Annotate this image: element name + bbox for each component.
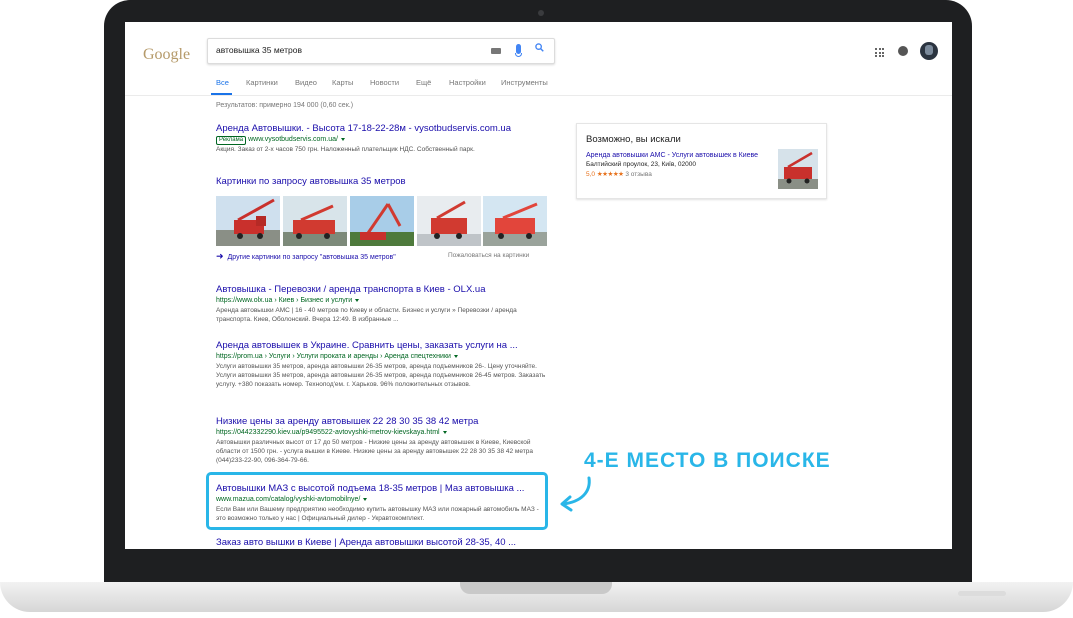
search-box[interactable]	[207, 38, 555, 64]
result-title[interactable]: Автовышка - Перевозки / аренда транспорт…	[216, 284, 546, 296]
image-thumbnail[interactable]	[350, 196, 414, 246]
kp-rating: 5,0 ★★★★★ 3 отзыва	[586, 170, 652, 178]
images-block-title[interactable]: Картинки по запросу автовышка 35 метров	[216, 176, 406, 187]
google-logo[interactable]: Google	[143, 46, 190, 64]
caret-down-icon[interactable]	[453, 354, 458, 358]
tab-tools[interactable]: Инструменты	[501, 78, 548, 87]
kp-thumbnail[interactable]	[778, 149, 818, 189]
caret-down-icon[interactable]	[355, 298, 360, 302]
result-stats: Результатов: примерно 194 000 (0,60 сек.…	[216, 102, 354, 109]
highlight-frame	[206, 472, 548, 530]
divider	[125, 95, 952, 96]
kp-link[interactable]: Аренда автовышки АМС - Услуги автовышек …	[586, 152, 758, 159]
kp-address: Балтийский проулок, 23, Київ, 02000	[586, 161, 696, 168]
camera-icon	[538, 10, 544, 16]
annotation-label: 4-Е МЕСТО В ПОИСКЕ	[584, 449, 831, 472]
result-url: https://0442332290.kiev.ua/p9495522-avto…	[216, 428, 546, 438]
ad-result: Аренда Автовышки. - Высота 17-18-22-28м …	[216, 123, 546, 154]
microphone-icon[interactable]	[515, 44, 522, 57]
search-icon[interactable]	[535, 43, 544, 52]
result-url: https://www.olx.ua › Киев › Бизнес и усл…	[216, 296, 546, 306]
image-thumbnail[interactable]	[483, 196, 547, 246]
image-thumbnail[interactable]	[417, 196, 481, 246]
kp-heading: Возможно, вы искали	[586, 134, 681, 145]
laptop-notch	[460, 582, 612, 594]
tab-more[interactable]: Ещё	[416, 78, 431, 87]
search-input[interactable]	[216, 42, 476, 58]
result-title[interactable]: Аренда автовышек в Украине. Сравнить цен…	[216, 340, 546, 352]
result-title[interactable]: Низкие цены за аренду автовышек 22 28 30…	[216, 416, 546, 428]
tab-all[interactable]: Все	[216, 78, 229, 87]
tab-maps[interactable]: Карты	[332, 78, 353, 87]
keyboard-icon[interactable]	[491, 48, 501, 54]
result-snippet: Услуги автовышки 35 метров, аренда автов…	[216, 363, 546, 388]
tab-settings[interactable]: Настройки	[449, 78, 486, 87]
rating-score: 5,0	[586, 171, 596, 178]
laptop-foot	[958, 591, 1006, 596]
notifications-icon[interactable]	[898, 46, 908, 56]
knowledge-panel: Возможно, вы искали Аренда автовышки АМС…	[576, 123, 827, 199]
ad-badge: Реклама	[216, 136, 247, 145]
ad-snippet: Акция. Заказ от 2-х часов 750 грн. Налож…	[216, 146, 475, 153]
search-result: Заказ авто вышки в Киеве | Аренда автовы…	[216, 537, 546, 549]
curved-arrow-icon	[560, 476, 591, 512]
result-title[interactable]: Заказ авто вышки в Киеве | Аренда автовы…	[216, 537, 546, 549]
arrow-right-icon: ➜	[216, 251, 224, 261]
result-snippet: Автовышки различных высот от 17 до 50 ме…	[216, 439, 533, 464]
search-result: Аренда автовышек в Украине. Сравнить цен…	[216, 340, 546, 389]
image-thumbnail[interactable]	[216, 196, 280, 246]
search-result: Автовышка - Перевозки / аренда транспорт…	[216, 284, 546, 324]
result-url: https://prom.ua › Услуги › Услуги прокат…	[216, 352, 546, 362]
report-images-link[interactable]: Пожаловаться на картинки	[448, 252, 529, 259]
tab-news[interactable]: Новости	[370, 78, 399, 87]
ad-url: Реклама www.vysotbudservis.com.ua/	[216, 135, 546, 145]
apps-grid-icon[interactable]	[875, 48, 884, 57]
reviews-count[interactable]: 3 отзыва	[625, 171, 652, 178]
caret-down-icon[interactable]	[442, 430, 447, 434]
avatar[interactable]	[920, 42, 938, 60]
search-result: Низкие цены за аренду автовышек 22 28 30…	[216, 416, 546, 465]
star-rating-icon: ★★★★★	[596, 171, 624, 178]
caret-down-icon[interactable]	[340, 137, 345, 141]
more-images-link[interactable]: ➜ Другие картинки по запросу "автовышка 3…	[216, 251, 396, 262]
tab-images[interactable]: Картинки	[246, 78, 278, 87]
tab-video[interactable]: Видео	[295, 78, 317, 87]
ad-title[interactable]: Аренда Автовышки. - Высота 17-18-22-28м …	[216, 123, 546, 135]
image-thumbnail[interactable]	[283, 196, 347, 246]
result-snippet: Аренда автовышки АМС | 16 - 40 метров по…	[216, 307, 517, 323]
